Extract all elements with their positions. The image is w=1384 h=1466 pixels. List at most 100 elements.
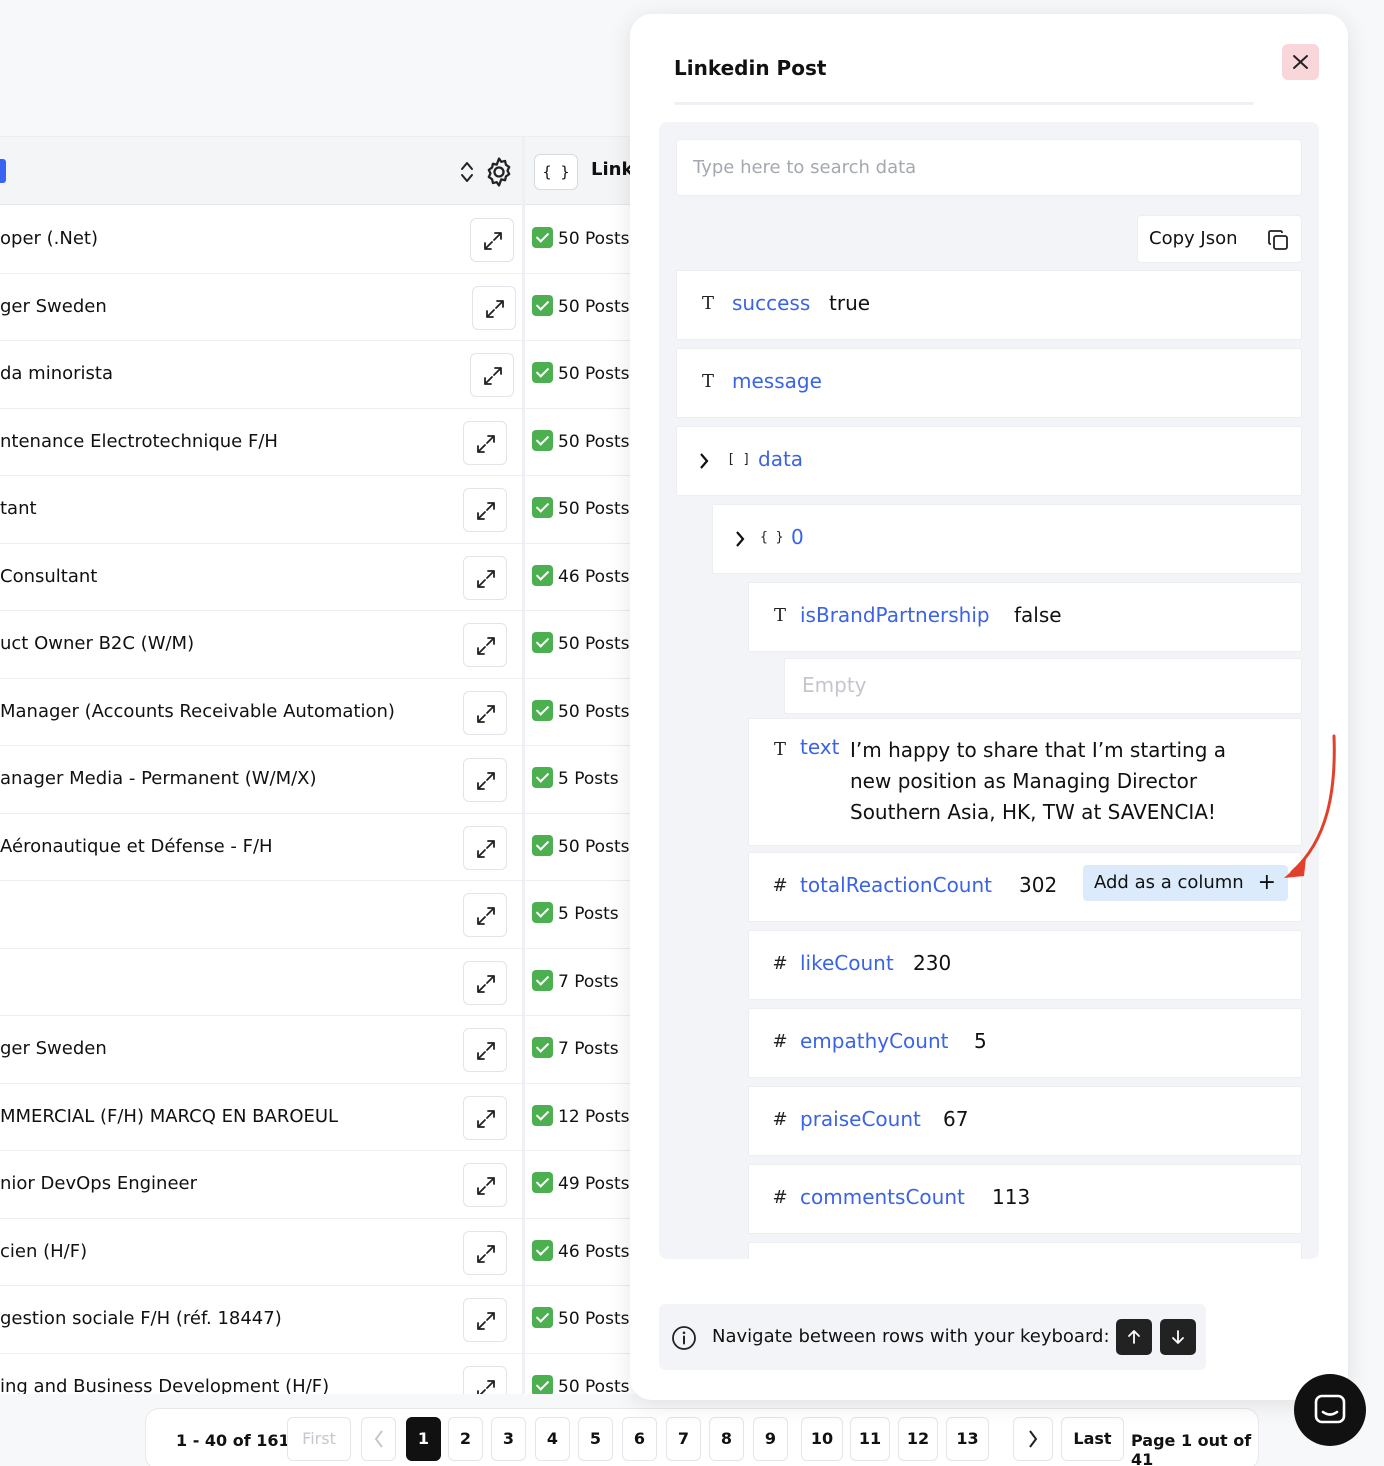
expand-row-button[interactable] <box>463 488 507 532</box>
expand-row-button[interactable] <box>463 960 507 1005</box>
posts-cell[interactable]: 5 Posts <box>532 767 619 789</box>
posts-count: 50 Posts <box>558 364 630 384</box>
expand-row-button[interactable] <box>463 1095 507 1140</box>
next-page-button[interactable] <box>1013 1417 1053 1461</box>
posts-cell[interactable]: 50 Posts <box>532 1307 629 1329</box>
json-node-index-0[interactable]: { } 0 <box>712 504 1302 574</box>
page-button-6[interactable]: 6 <box>622 1417 657 1461</box>
previous-row-button[interactable] <box>1116 1319 1152 1355</box>
table-row[interactable]: nior DevOps Engineer 49 Posts <box>0 1151 640 1219</box>
chat-launcher[interactable] <box>1294 1374 1366 1446</box>
posts-cell[interactable]: 50 Posts <box>532 1374 629 1394</box>
table-row[interactable]: gestion sociale F/H (réf. 18447) 50 Posts <box>0 1286 640 1354</box>
posts-cell[interactable]: 12 Posts <box>532 1104 629 1127</box>
page-button-12[interactable]: 12 <box>898 1417 938 1461</box>
table-row[interactable]: MMERCIAL (F/H) MARCQ EN BAROEUL 12 Posts <box>0 1084 640 1151</box>
table-row[interactable]: ing and Business Development (H/F) 50 Pos… <box>0 1354 640 1394</box>
json-column-icon[interactable]: { } <box>534 154 578 190</box>
page-button-13[interactable]: 13 <box>946 1417 989 1461</box>
page-button-9[interactable]: 9 <box>753 1417 788 1461</box>
first-page-button[interactable]: First <box>287 1417 351 1461</box>
posts-cell[interactable]: 5 Posts <box>532 902 619 924</box>
expand-row-button[interactable] <box>463 893 507 937</box>
posts-cell[interactable]: 50 Posts <box>532 497 629 519</box>
page-button-1[interactable]: 1 <box>406 1417 441 1461</box>
expand-row-button[interactable] <box>463 690 507 735</box>
json-node-totalReactionCount[interactable]: # totalReactionCount 302 Add as a column… <box>748 852 1302 922</box>
close-button[interactable] <box>1282 44 1319 80</box>
expand-row-button[interactable] <box>463 1298 507 1342</box>
posts-cell[interactable]: 46 Posts <box>532 1239 629 1262</box>
expand-row-button[interactable] <box>463 1028 507 1072</box>
table-row[interactable]: tant 50 Posts <box>0 476 640 544</box>
prev-page-button[interactable] <box>361 1417 396 1461</box>
posts-cell[interactable]: 49 Posts <box>532 1172 629 1194</box>
page-button-11[interactable]: 11 <box>850 1417 890 1461</box>
json-node-praiseCount[interactable]: # praiseCount 67 <box>748 1086 1302 1156</box>
page-button-10[interactable]: 10 <box>801 1417 843 1461</box>
expand-row-button[interactable] <box>463 623 507 667</box>
table-row[interactable]: da minorista 50 Posts <box>0 341 640 409</box>
page-button-5[interactable]: 5 <box>578 1417 613 1461</box>
posts-cell[interactable]: 50 Posts <box>532 227 629 249</box>
json-node-data[interactable]: [ ] data <box>676 426 1302 496</box>
expand-row-button[interactable] <box>463 420 507 465</box>
expand-row-button[interactable] <box>463 555 507 600</box>
next-row-button[interactable] <box>1160 1319 1196 1355</box>
json-node-message[interactable]: T message <box>676 348 1302 418</box>
table-row[interactable]: ger Sweden 7 Posts <box>0 1016 640 1084</box>
json-node-empathyCount[interactable]: # empathyCount 5 <box>748 1008 1302 1078</box>
copy-json-button[interactable]: Copy Json <box>1137 215 1302 263</box>
json-node-likeCount[interactable]: # likeCount 230 <box>748 930 1302 1000</box>
page-button-7[interactable]: 7 <box>666 1417 701 1461</box>
posts-cell[interactable]: 50 Posts <box>532 632 629 654</box>
table-row[interactable]: oper (.Net) 50 Posts <box>0 206 640 274</box>
expand-row-button[interactable] <box>472 285 516 330</box>
json-node-next[interactable] <box>748 1242 1302 1259</box>
gear-icon[interactable] <box>482 155 516 189</box>
page-button-2[interactable]: 2 <box>448 1417 483 1461</box>
expand-row-button[interactable] <box>463 1365 507 1394</box>
table-row[interactable]: 7 Posts <box>0 949 640 1016</box>
expand-row-button[interactable] <box>463 825 507 870</box>
expand-row-button[interactable] <box>463 1163 507 1207</box>
add-as-column-button[interactable]: Add as a column + <box>1083 865 1288 901</box>
json-node-text[interactable]: T text I’m happy to share that I’m start… <box>748 718 1302 846</box>
node-key: commentsCount <box>800 1185 965 1209</box>
expand-row-button[interactable] <box>470 218 514 262</box>
posts-cell[interactable]: 7 Posts <box>532 969 619 992</box>
expand-row-button[interactable] <box>470 353 514 397</box>
table-row[interactable]: Consultant 46 Posts <box>0 544 640 611</box>
column-header-linkedin[interactable]: Link <box>591 159 633 180</box>
expand-row-button[interactable] <box>463 758 507 802</box>
json-node-commentsCount[interactable]: # commentsCount 113 <box>748 1164 1302 1234</box>
table-row[interactable]: ger Sweden 50 Posts <box>0 274 640 341</box>
sort-icon[interactable] <box>458 159 476 185</box>
posts-cell[interactable]: 46 Posts <box>532 564 629 587</box>
table-row[interactable]: anager Media - Permanent (W/M/X) 5 Posts <box>0 746 640 814</box>
table-row[interactable]: uct Owner B2C (W/M) 50 Posts <box>0 611 640 679</box>
table-row[interactable]: 5 Posts <box>0 881 640 949</box>
page-button-4[interactable]: 4 <box>535 1417 570 1461</box>
chevron-right-icon[interactable] <box>697 451 711 471</box>
json-node-isBrandPartnership[interactable]: T isBrandPartnership false <box>748 582 1302 652</box>
posts-cell[interactable]: 50 Posts <box>532 362 629 384</box>
search-input[interactable] <box>676 139 1302 196</box>
posts-cell[interactable]: 50 Posts <box>532 834 629 857</box>
last-page-button[interactable]: Last <box>1061 1417 1124 1461</box>
header-checkbox[interactable] <box>0 159 6 183</box>
posts-cell[interactable]: 50 Posts <box>532 699 629 722</box>
posts-cell[interactable]: 50 Posts <box>532 294 629 317</box>
expand-row-button[interactable] <box>463 1230 507 1275</box>
table-row[interactable]: ntenance Electrotechnique F/H 50 Posts <box>0 409 640 476</box>
chevron-right-icon[interactable] <box>733 529 747 549</box>
node-value: I’m happy to share that I’m starting a n… <box>850 738 1227 824</box>
json-node-success[interactable]: T success true <box>676 270 1302 340</box>
table-row[interactable]: cien (H/F) 46 Posts <box>0 1219 640 1286</box>
posts-cell[interactable]: 7 Posts <box>532 1037 619 1059</box>
posts-cell[interactable]: 50 Posts <box>532 429 629 452</box>
table-row[interactable]: Aéronautique et Défense - F/H 50 Posts <box>0 814 640 881</box>
page-button-8[interactable]: 8 <box>709 1417 744 1461</box>
page-button-3[interactable]: 3 <box>491 1417 526 1461</box>
table-row[interactable]: Manager (Accounts Receivable Automation)… <box>0 679 640 746</box>
